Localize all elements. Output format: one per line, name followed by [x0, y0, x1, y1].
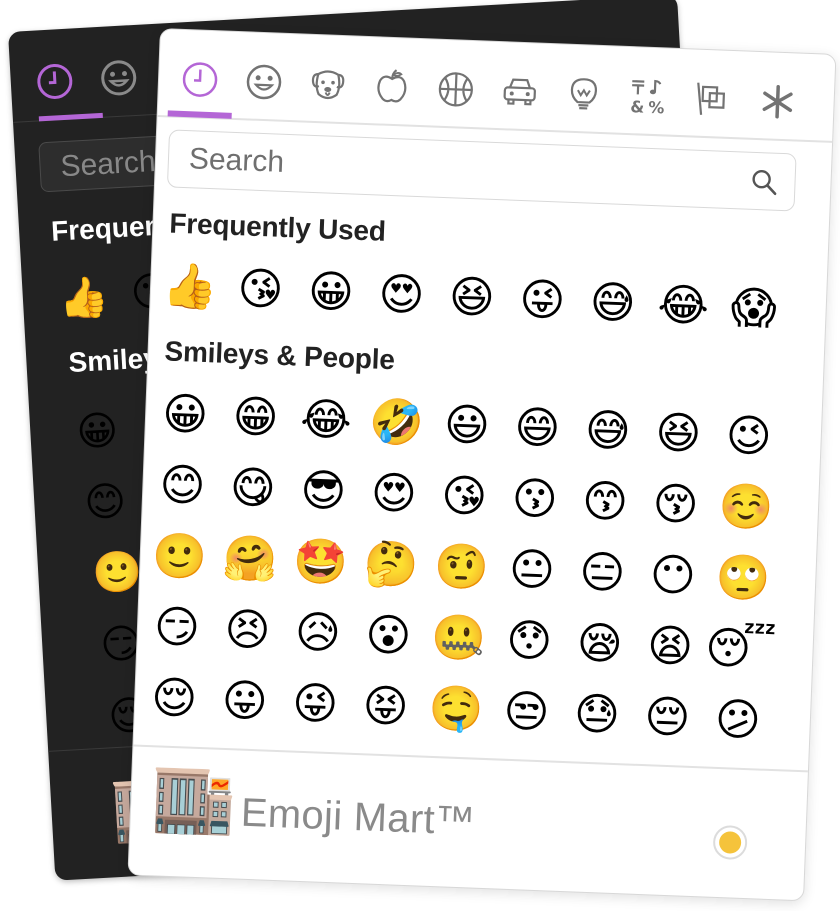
emoji-button[interactable]: 😔 — [631, 682, 704, 755]
emoji-picker: &% Frequently Used 👍😘😀😍😆😜😅😂😱 Smileys & P… — [127, 28, 837, 903]
tab-smileys-people[interactable] — [240, 58, 288, 106]
emoji-button[interactable]: 😒 — [490, 676, 563, 749]
skin-tone-selector[interactable] — [712, 824, 748, 861]
dark-emoji[interactable]: 😀 — [75, 408, 119, 456]
emoji-button[interactable]: 😅 — [576, 267, 649, 340]
clock-icon — [37, 63, 73, 99]
category-label-smileys-people: Smileys & People — [164, 335, 396, 376]
svg-text:%: % — [648, 98, 665, 118]
emoji-button[interactable]: 😍 — [365, 259, 438, 332]
tab-activity[interactable] — [432, 66, 480, 114]
emoji-button[interactable]: 😝 — [349, 671, 422, 744]
emoji-button[interactable]: 😣 — [211, 594, 284, 667]
dark-emoji[interactable]: 🙂 — [91, 548, 143, 597]
emoji-button[interactable]: 😯 — [493, 605, 566, 678]
dark-active-tab-indicator — [38, 112, 103, 122]
svg-text:&: & — [630, 97, 645, 117]
footer-title: Emoji Mart™ — [240, 790, 477, 844]
apple-icon — [377, 69, 407, 103]
dark-tab-recent[interactable] — [34, 60, 76, 102]
emoji-button[interactable]: 😱 — [717, 273, 790, 346]
dark-emoji[interactable]: 😊 — [83, 478, 127, 526]
emoji-button[interactable]: 😜 — [506, 265, 579, 338]
emoji-button[interactable]: 😗 — [498, 463, 571, 536]
emoji-button[interactable]: 😘 — [224, 254, 297, 327]
emoji-button[interactable]: 😮 — [352, 600, 425, 673]
picker-footer: 🏬 Emoji Mart™ — [128, 744, 808, 903]
emoji-button[interactable]: 🤣 — [360, 387, 433, 460]
search-input[interactable] — [167, 130, 730, 208]
symbols-icon: &% — [630, 79, 665, 118]
emoji-button[interactable]: 🙂 — [143, 521, 216, 594]
emoji-button[interactable]: 😜 — [279, 668, 352, 741]
emoji-button[interactable]: 😀 — [149, 379, 222, 452]
emoji-button[interactable]: 🤔 — [355, 529, 428, 602]
emoji-button[interactable]: 😥 — [282, 597, 355, 670]
emoji-button[interactable]: 😫 — [634, 611, 707, 684]
emoji-button[interactable]: 😐 — [496, 534, 569, 607]
lightbulb-icon — [570, 78, 598, 110]
emoji-button[interactable]: 😅 — [572, 395, 645, 468]
emoji-button[interactable]: 😓 — [561, 679, 634, 752]
smiley-icon — [101, 60, 137, 96]
tab-custom[interactable] — [754, 78, 802, 126]
skin-tone-swatch — [718, 831, 742, 854]
tab-flags[interactable] — [688, 75, 736, 123]
emoji-button[interactable]: 😛 — [208, 665, 281, 738]
emoji-button[interactable]: 🙄 — [707, 542, 780, 615]
emoji-button[interactable]: 😀 — [295, 256, 368, 329]
tab-symbols[interactable]: &% — [624, 73, 672, 121]
clock-icon — [182, 62, 218, 97]
tab-objects[interactable] — [560, 70, 608, 118]
active-tab-indicator — [167, 110, 232, 119]
tab-recent[interactable] — [176, 56, 224, 104]
emoji-button[interactable]: 😁 — [219, 382, 292, 455]
emoji-button[interactable]: 😍 — [357, 458, 430, 531]
emoji-button[interactable]: 😂 — [647, 270, 720, 343]
emoji-button[interactable]: 😆 — [642, 398, 715, 471]
emoji-button[interactable]: 😂 — [290, 384, 363, 457]
emoji-button[interactable]: 😊 — [146, 450, 219, 523]
dark-category-label-frequent: Frequen — [50, 209, 163, 247]
emoji-button[interactable]: ☺️ — [710, 472, 783, 545]
emoji-button[interactable]: 😃 — [431, 390, 504, 463]
car-icon — [503, 78, 536, 106]
emoji-button[interactable]: 😌 — [138, 663, 211, 736]
dark-emoji[interactable]: 👍 — [58, 274, 110, 323]
emoji-button[interactable]: 👍 — [154, 251, 227, 324]
emoji-button[interactable]: 🤩 — [284, 526, 357, 599]
footer-logo-emoji: 🏬 — [149, 757, 238, 840]
emoji-button[interactable]: 🤗 — [214, 524, 287, 597]
emoji-button[interactable]: 😏 — [141, 592, 214, 665]
flag-icon — [697, 82, 726, 115]
tab-travel-places[interactable] — [496, 68, 544, 116]
emoji-button[interactable]: 😄 — [501, 392, 574, 465]
emoji-button[interactable]: 🤤 — [420, 674, 493, 747]
category-tab-bar: &% — [157, 29, 836, 143]
search-field — [166, 129, 797, 212]
emoji-button[interactable]: 😋 — [217, 453, 290, 526]
search-icon[interactable] — [750, 168, 779, 197]
dark-tab-smileys[interactable] — [98, 57, 140, 99]
smiley-icon — [246, 64, 282, 100]
emoji-button[interactable]: 😶 — [637, 540, 710, 613]
emoji-button[interactable]: 😎 — [287, 455, 360, 528]
emoji-button[interactable]: 🤐 — [422, 603, 495, 676]
basketball-icon — [438, 72, 473, 107]
dog-icon — [311, 70, 345, 100]
emoji-button[interactable]: 😚 — [639, 469, 712, 542]
emoji-button[interactable]: 😙 — [569, 466, 642, 539]
emoji-button[interactable]: 😪 — [563, 608, 636, 681]
asterisk-icon — [762, 85, 793, 119]
emoji-button[interactable]: 😆 — [436, 262, 509, 335]
emoji-button[interactable]: 😘 — [428, 461, 501, 534]
tab-animals-nature[interactable] — [304, 61, 352, 109]
emoji-button[interactable]: 😉 — [712, 401, 785, 474]
emoji-button[interactable]: 😑 — [566, 537, 639, 610]
emoji-button[interactable]: 🤨 — [425, 532, 498, 605]
emoji-button[interactable]: 😴 — [704, 613, 777, 686]
tab-food-drink[interactable] — [368, 63, 416, 111]
category-label-frequently-used: Frequently Used — [168, 207, 387, 247]
emoji-button[interactable]: 😕 — [702, 684, 775, 757]
